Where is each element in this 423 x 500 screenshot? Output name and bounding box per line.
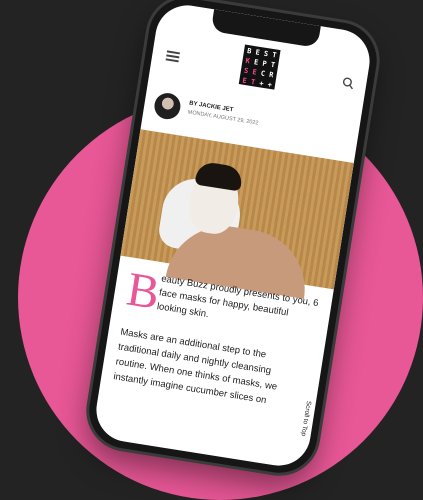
- search-icon[interactable]: [341, 76, 355, 90]
- site-logo[interactable]: BEST KEPT SECR E T + +: [238, 44, 281, 90]
- author-avatar[interactable]: [152, 91, 183, 122]
- hamburger-menu-icon[interactable]: [165, 50, 180, 62]
- article-body: Masks are an additional step to the trad…: [112, 326, 278, 407]
